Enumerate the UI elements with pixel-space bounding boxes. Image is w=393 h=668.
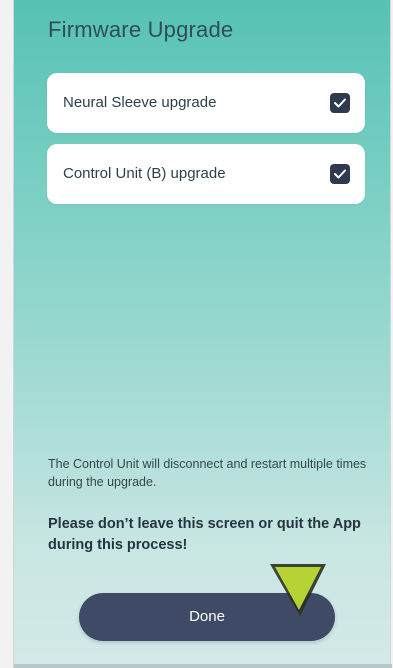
checkmark-icon [334,169,346,179]
checkmark-icon [334,98,346,108]
bottom-divider [14,664,392,668]
arrow-cursor-icon [270,564,326,616]
option-label: Neural Sleeve upgrade [63,94,217,111]
option-neural-sleeve-upgrade[interactable]: Neural Sleeve upgrade [47,73,365,133]
control-unit-checkbox[interactable] [330,164,350,184]
option-control-unit-upgrade[interactable]: Control Unit (B) upgrade [47,144,365,204]
firmware-upgrade-screen: Firmware Upgrade Neural Sleeve upgrade C… [13,0,392,668]
app-viewport: Firmware Upgrade Neural Sleeve upgrade C… [0,0,393,668]
warning-text: Please don’t leave this screen or quit t… [48,516,361,553]
page-title: Firmware Upgrade [48,17,234,42]
option-label: Control Unit (B) upgrade [63,165,226,182]
neural-sleeve-checkbox[interactable] [330,93,350,113]
disconnect-info-text: The Control Unit will disconnect and res… [48,457,367,489]
